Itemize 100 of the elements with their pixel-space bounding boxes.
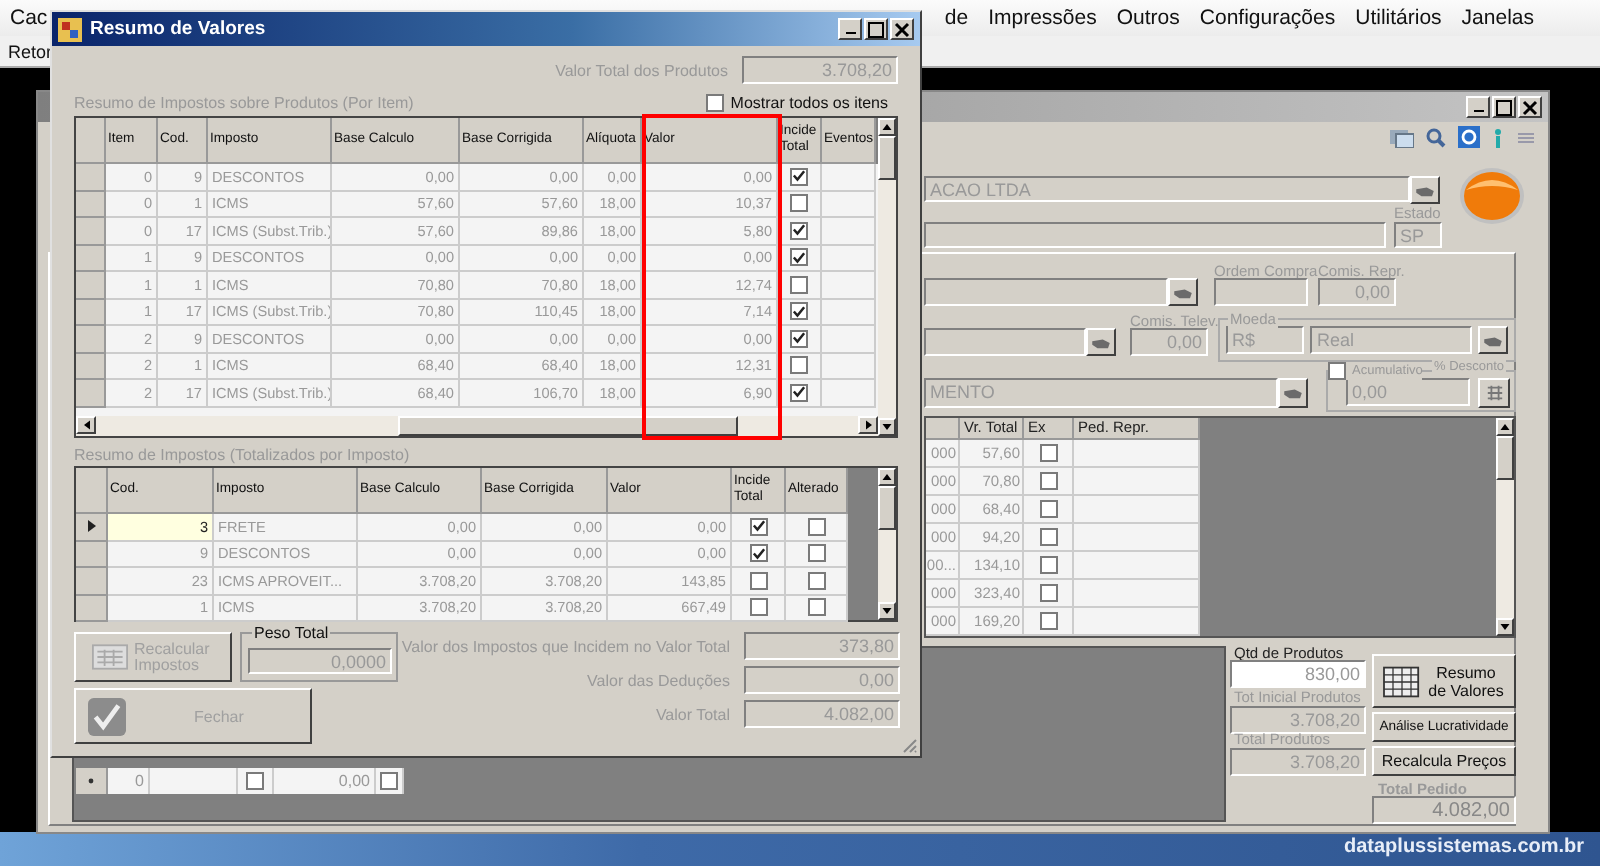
table-icon xyxy=(1382,663,1422,699)
calculator-button[interactable] xyxy=(1478,378,1510,408)
vertical-scrollbar[interactable] xyxy=(1496,418,1514,636)
scroll-down-icon[interactable] xyxy=(882,424,892,430)
maximize-icon xyxy=(868,21,884,37)
horizontal-scrollbar[interactable] xyxy=(76,416,878,436)
checkbox[interactable] xyxy=(790,248,808,267)
calculator-icon xyxy=(92,644,128,670)
checkbox[interactable] xyxy=(790,275,808,294)
menu-item[interactable]: de xyxy=(934,6,979,30)
field-label: Valor Total xyxy=(655,705,730,723)
scroll-up-icon[interactable] xyxy=(1500,424,1510,430)
vertical-scrollbar[interactable] xyxy=(878,118,896,436)
scroll-thumb[interactable] xyxy=(398,416,738,436)
checkbox[interactable] xyxy=(790,329,808,348)
table-cell: 0 xyxy=(108,768,150,794)
checkbox[interactable] xyxy=(790,383,808,402)
lookup-button[interactable] xyxy=(1410,176,1440,204)
field-label: Valor das Deduções xyxy=(587,671,730,689)
text-field[interactable] xyxy=(924,328,1086,356)
checkbox[interactable] xyxy=(790,221,808,240)
minimize-button[interactable] xyxy=(838,18,862,40)
lookup-button[interactable] xyxy=(1278,378,1308,408)
section-label: Resumo de Impostos sobre Produtos (Por Item) xyxy=(74,94,414,112)
search-icon[interactable] xyxy=(1426,127,1446,147)
checkbox[interactable] xyxy=(790,356,808,375)
grid-icon xyxy=(1485,384,1504,402)
maximize-button[interactable] xyxy=(864,18,888,40)
lookup-button[interactable] xyxy=(1086,328,1116,356)
checkbox[interactable] xyxy=(1039,612,1057,630)
field-label: Valor dos Impostos que Incidem no Valor Total xyxy=(401,637,730,655)
checkbox[interactable] xyxy=(1039,556,1057,574)
checkbox[interactable] xyxy=(790,302,808,321)
checkbox[interactable] xyxy=(749,544,767,563)
lookup-button[interactable] xyxy=(1478,326,1508,354)
checkbox[interactable] xyxy=(246,772,264,790)
scroll-right-icon[interactable] xyxy=(865,420,871,431)
brand-text: dataplussistemas.com.br xyxy=(1344,836,1585,858)
header-cell xyxy=(76,468,108,514)
checkbox[interactable] xyxy=(380,772,398,790)
orb-icon xyxy=(1458,166,1526,226)
text-field[interactable] xyxy=(924,278,1168,306)
checkbox-label: Mostrar todos os itens xyxy=(730,94,888,112)
checkbox[interactable] xyxy=(706,94,725,112)
checkbox[interactable] xyxy=(749,517,767,536)
checkbox[interactable] xyxy=(807,517,825,536)
scroll-down-icon[interactable] xyxy=(882,608,892,614)
header-cell xyxy=(76,118,106,164)
menu-item[interactable]: Configurações xyxy=(1189,6,1346,30)
scroll-left-icon[interactable] xyxy=(83,420,89,431)
checkbox[interactable] xyxy=(1039,584,1057,602)
row-marker-icon xyxy=(88,778,94,784)
maximize-button[interactable] xyxy=(1492,96,1516,118)
checkbox[interactable] xyxy=(807,571,825,590)
checkbox[interactable] xyxy=(1039,500,1057,518)
window-title: Resumo de Valores xyxy=(90,18,266,40)
close-button[interactable] xyxy=(890,18,914,40)
menu-item[interactable]: Outros xyxy=(1106,6,1190,30)
section-label: Resumo de Impostos (Totalizados por Imposto) xyxy=(74,446,412,464)
order-number-field[interactable] xyxy=(1214,278,1308,306)
scroll-thumb[interactable] xyxy=(878,486,896,530)
checkmark-icon xyxy=(88,697,126,735)
resize-grip-icon[interactable] xyxy=(902,738,918,754)
field-label: Valor Total dos Produtos xyxy=(555,61,728,79)
lookup-button[interactable] xyxy=(1168,278,1198,306)
recalculate-button[interactable]: Recalcula Preços xyxy=(1372,746,1516,776)
checkbox[interactable] xyxy=(1039,444,1057,462)
minimize-icon xyxy=(1473,109,1483,112)
checkbox[interactable] xyxy=(749,598,767,617)
maximize-icon xyxy=(1496,99,1512,115)
checkbox[interactable] xyxy=(807,544,825,563)
close-icon xyxy=(894,21,910,37)
scroll-thumb[interactable] xyxy=(1496,436,1514,480)
checkbox[interactable] xyxy=(807,598,825,617)
group-label: Peso Total xyxy=(252,624,331,642)
close-icon xyxy=(1522,99,1538,115)
text-field[interactable] xyxy=(924,222,1386,248)
close-button[interactable] xyxy=(1518,96,1542,118)
checkbox[interactable] xyxy=(749,571,767,590)
refresh-icon[interactable] xyxy=(1458,126,1480,148)
app-icon xyxy=(58,17,82,41)
menu-item[interactable]: Utilitários xyxy=(1345,6,1452,30)
vertical-scrollbar[interactable] xyxy=(878,468,896,620)
scroll-thumb[interactable] xyxy=(878,136,896,180)
summary-button[interactable]: Resumo de Valores xyxy=(1372,654,1516,708)
scroll-up-icon[interactable] xyxy=(882,474,892,480)
menu-item[interactable]: Janelas xyxy=(1451,6,1544,30)
checkbox[interactable] xyxy=(790,167,808,186)
checkbox[interactable] xyxy=(790,194,808,213)
toolbar-button[interactable]: Retor xyxy=(0,41,61,61)
menu-item[interactable]: Cac xyxy=(0,6,58,30)
window-icon[interactable] xyxy=(1390,127,1414,147)
row-header[interactable] xyxy=(76,514,108,541)
checkbox[interactable] xyxy=(1328,362,1346,380)
menu-item[interactable]: Impressões xyxy=(978,6,1107,30)
minimize-button[interactable] xyxy=(1466,96,1490,118)
checkbox[interactable] xyxy=(1039,528,1057,546)
checkbox[interactable] xyxy=(1039,472,1057,490)
scroll-down-icon[interactable] xyxy=(1500,624,1510,630)
table-cell: 0,00 xyxy=(274,768,376,794)
